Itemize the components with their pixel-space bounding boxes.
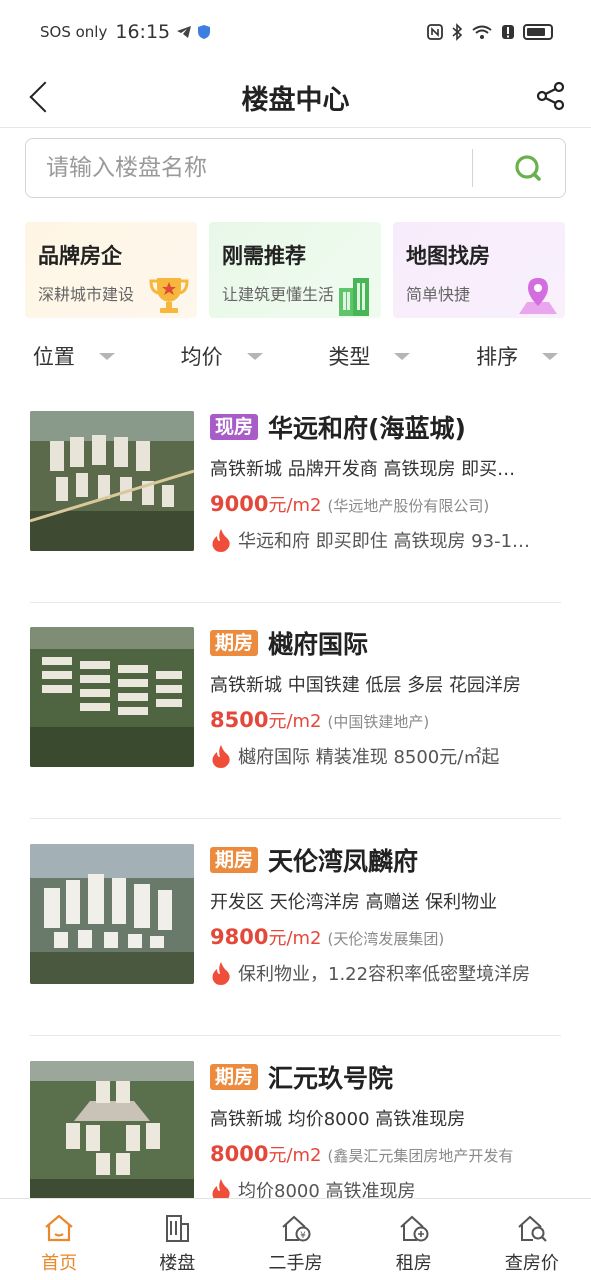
telegram-icon [177, 26, 192, 38]
listing-price-unit: 元/m2 [268, 928, 322, 949]
trophy-icon [149, 278, 189, 313]
listing-features: 高铁新城 品牌开发商 高铁现房 即买即住 [210, 459, 530, 480]
listing-developer: (华远地产股份有限公司) [327, 497, 490, 515]
listing-name: 汇元玖号院 [268, 1064, 394, 1093]
search-divider [472, 149, 473, 187]
listing-price-unit: 元/m2 [268, 1145, 322, 1166]
nav-label: 查房价 [504, 1253, 559, 1274]
listing-status-tag: 现房 [210, 414, 259, 440]
nfc-icon [427, 24, 443, 40]
share-icon [536, 81, 565, 111]
listing-item[interactable]: 期房 天伦湾凤麟府 开发区 天伦湾洋房 高赠送 保利物业 9800 元/m2 (… [30, 844, 561, 1036]
filter-label: 均价 [180, 345, 223, 369]
svg-text:¥: ¥ [300, 1231, 306, 1241]
listing-status-tag: 期房 [210, 847, 259, 873]
filter-bar: 位置 均价 类型 排序 [0, 330, 591, 382]
listing-name: 华远和府(海蓝城) [268, 414, 466, 443]
listing-price-unit: 元/m2 [268, 711, 322, 732]
listing-thumbnail [30, 411, 194, 551]
listing-price: 8000 [210, 1142, 269, 1166]
category-map-search[interactable]: 地图找房 简单快捷 [393, 222, 565, 318]
caret-down-icon [394, 352, 411, 360]
fire-icon [212, 962, 230, 985]
header: 楼盘中心 [0, 64, 591, 128]
bluetooth-icon [452, 23, 463, 41]
nav-price-check[interactable]: 查房价 [473, 1199, 591, 1280]
filter-location[interactable]: 位置 [0, 330, 148, 382]
listing-features: 高铁新城 均价8000 高铁准现房 [210, 1109, 466, 1130]
share-button[interactable] [531, 76, 571, 116]
bottom-nav: 首页 楼盘 ¥ 二手房 租房 查房价 [0, 1198, 591, 1280]
listing-thumbnail [30, 627, 194, 767]
filter-price[interactable]: 均价 [148, 330, 296, 382]
listing-developer: (中国铁建地产) [327, 713, 430, 731]
listing-developer: (天伦湾发展集团) [327, 930, 445, 948]
shield-icon [198, 25, 211, 39]
listing-promo: 华远和府 即买即住 高铁现房 93-138㎡ [238, 531, 538, 552]
category-recommended[interactable]: 刚需推荐 让建筑更懂生活 [209, 222, 381, 318]
listing-price: 9800 [210, 925, 269, 949]
nav-buildings[interactable]: 楼盘 [118, 1199, 236, 1280]
price-search-icon [518, 1215, 547, 1242]
filter-label: 类型 [328, 345, 371, 369]
nav-label: 楼盘 [159, 1253, 196, 1274]
building-list-icon [166, 1215, 190, 1242]
building-icon [339, 278, 369, 316]
home-icon [45, 1214, 73, 1242]
listing-thumbnail [30, 844, 194, 984]
listing-promo: 樾府国际 精装准现 8500元/㎡起 [238, 747, 500, 768]
nav-label: 首页 [41, 1253, 78, 1274]
caret-down-icon [246, 352, 263, 360]
listing-name: 天伦湾凤麟府 [268, 847, 419, 876]
listing-developer: (鑫昊汇元集团房地产开发有 [327, 1147, 514, 1165]
battery-icon [523, 24, 553, 40]
nav-rent[interactable]: 租房 [355, 1199, 473, 1280]
map-pin-icon [519, 278, 557, 314]
search-button[interactable] [509, 149, 547, 187]
rent-house-icon [400, 1215, 429, 1242]
category-brand-developers[interactable]: 品牌房企 深耕城市建设 [25, 222, 197, 318]
fire-icon [212, 745, 230, 768]
clock-time: 16:15 [115, 21, 171, 43]
status-bar: SOS only 16:15 [0, 0, 591, 64]
category-title: 刚需推荐 [222, 244, 306, 268]
filter-label: 排序 [476, 345, 519, 369]
listing-features: 开发区 天伦湾洋房 高赠送 保利物业 [210, 892, 498, 913]
listing-item[interactable]: 现房 华远和府(海蓝城) 高铁新城 品牌开发商 高铁现房 即买即住 9000 元… [30, 411, 561, 603]
second-hand-house-icon: ¥ [281, 1215, 310, 1242]
category-title: 品牌房企 [38, 244, 122, 268]
category-title: 地图找房 [406, 244, 490, 268]
filter-sort[interactable]: 排序 [443, 330, 591, 382]
nav-home[interactable]: 首页 [0, 1199, 118, 1280]
listing-thumbnail [30, 1061, 194, 1201]
filter-label: 位置 [32, 345, 75, 369]
page-title: 楼盘中心 [241, 85, 350, 116]
listing-name: 樾府国际 [268, 630, 369, 659]
listing-price-unit: 元/m2 [268, 495, 322, 516]
carrier-text: SOS only [40, 23, 108, 41]
search-input[interactable] [46, 139, 466, 196]
listing-price: 9000 [210, 492, 269, 516]
listing-promo: 保利物业，1.22容积率低密墅境洋房 [238, 964, 531, 985]
listing-status-tag: 期房 [210, 630, 259, 656]
nav-second-hand[interactable]: ¥ 二手房 [236, 1199, 354, 1280]
listing-price: 8500 [210, 708, 269, 732]
search-box [25, 138, 566, 198]
nav-label: 租房 [395, 1253, 432, 1274]
nav-label: 二手房 [268, 1253, 323, 1274]
listing-item[interactable]: 期房 樾府国际 高铁新城 中国铁建 低层 多层 花园洋房 8500 元/m2 (… [30, 627, 561, 819]
caret-down-icon [98, 352, 115, 360]
alert-icon [502, 25, 514, 39]
fire-icon [212, 529, 230, 552]
wifi-icon [472, 25, 492, 39]
listing-features: 高铁新城 中国铁建 低层 多层 花园洋房 [210, 675, 521, 696]
search-icon [515, 155, 541, 181]
caret-down-icon [542, 352, 559, 360]
filter-type[interactable]: 类型 [296, 330, 444, 382]
listing-status-tag: 期房 [210, 1064, 259, 1090]
